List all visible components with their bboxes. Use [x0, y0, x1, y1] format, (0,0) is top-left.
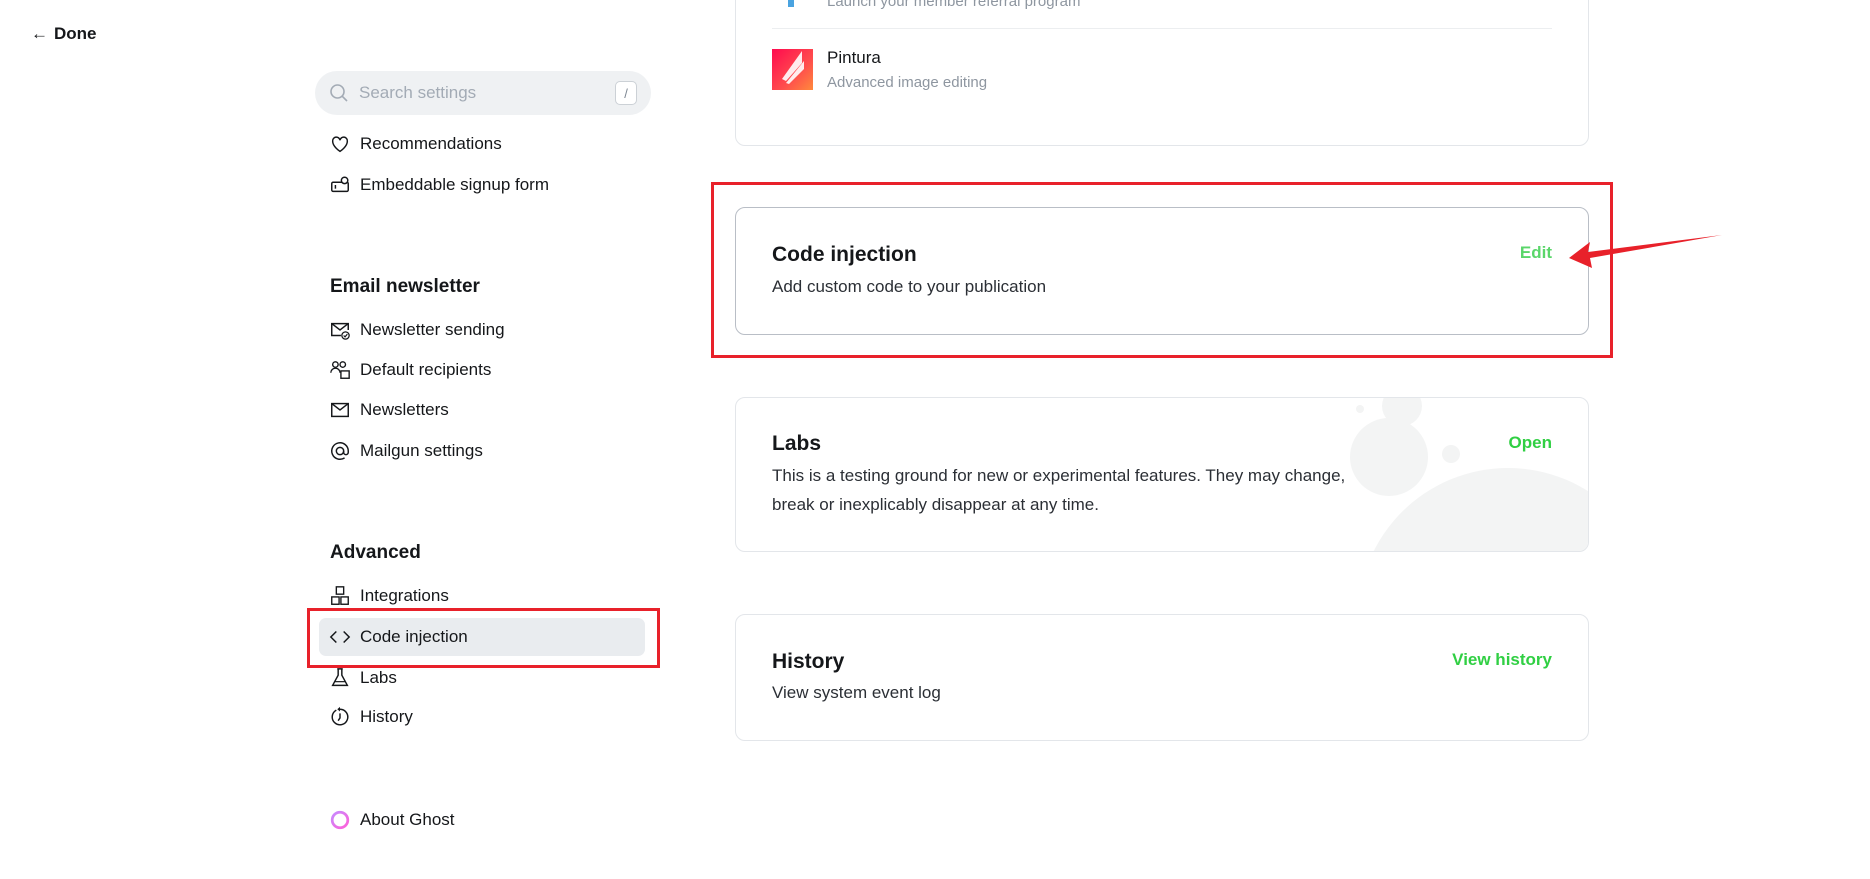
- search-input[interactable]: [359, 83, 615, 103]
- flask-icon: [331, 668, 349, 687]
- annotation-arrow: [1569, 235, 1722, 268]
- sidebar-item-newsletter-sending[interactable]: Newsletter sending: [319, 311, 645, 349]
- envelope-icon: [331, 402, 349, 418]
- history-icon: [331, 706, 349, 726]
- sidebar-item-recommendations[interactable]: Recommendations: [319, 125, 645, 163]
- annotation-highlight-box: [307, 608, 660, 668]
- card-title: Labs: [772, 432, 822, 455]
- referral-icon: [784, 0, 798, 7]
- sidebar-item-mailgun-settings[interactable]: Mailgun settings: [319, 432, 645, 470]
- sidebar-item-embeddable-signup-form[interactable]: Embeddable signup form: [319, 166, 645, 204]
- annotation-highlight-box: [711, 182, 1613, 358]
- signup-form-icon: [331, 176, 349, 193]
- heart-icon: [331, 136, 349, 153]
- integrations-card: Launch your member referral program Pint…: [735, 0, 1589, 146]
- arrow-left-icon: ←: [31, 24, 48, 43]
- labs-card: Labs This is a testing ground for new or…: [735, 397, 1589, 552]
- shortcut-key: /: [615, 81, 637, 105]
- pintura-desc: Advanced image editing: [827, 74, 988, 91]
- view-history-button[interactable]: View history: [1452, 650, 1552, 670]
- search-icon: [330, 84, 348, 102]
- blocks-icon: [331, 586, 349, 605]
- section-heading-advanced: Advanced: [330, 542, 421, 563]
- divider: [772, 28, 1552, 29]
- history-card: History View system event log View histo…: [735, 614, 1589, 741]
- ghost-ring-icon: [330, 810, 350, 830]
- at-icon: [331, 442, 349, 460]
- search-bar[interactable]: /: [315, 71, 651, 115]
- sidebar-item-history[interactable]: History: [319, 698, 645, 736]
- card-desc: This is a testing ground for new or expe…: [772, 466, 1346, 514]
- section-heading-email-newsletter: Email newsletter: [330, 276, 480, 297]
- recipients-icon: [330, 361, 350, 379]
- sidebar-item-default-recipients[interactable]: Default recipients: [319, 351, 645, 389]
- pintura-name: Pintura: [827, 48, 881, 67]
- integration-desc: Launch your member referral program: [827, 0, 1081, 10]
- open-button[interactable]: Open: [1509, 433, 1552, 453]
- card-title: History: [772, 650, 845, 673]
- pintura-logo: [772, 49, 813, 90]
- sidebar-item-newsletters[interactable]: Newsletters: [319, 391, 645, 429]
- done-button[interactable]: ← Done: [31, 24, 97, 44]
- card-desc: View system event log: [772, 683, 941, 702]
- about-ghost-link[interactable]: About Ghost: [319, 801, 645, 839]
- mail-check-icon: [331, 322, 350, 340]
